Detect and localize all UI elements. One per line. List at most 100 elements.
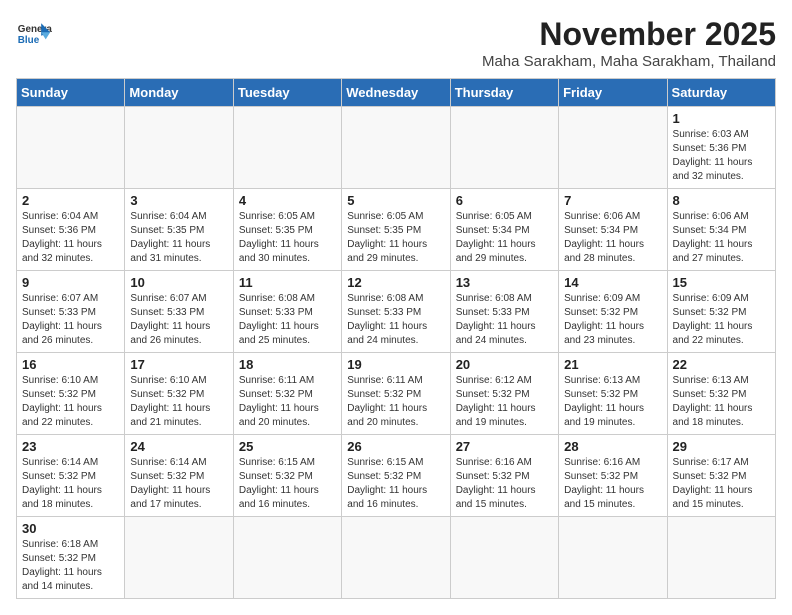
day-number: 28: [564, 439, 661, 454]
day-info: Sunrise: 6:09 AMSunset: 5:32 PMDaylight:…: [564, 292, 661, 348]
calendar-day-cell: 8Sunrise: 6:06 AMSunset: 5:34 PMDaylight…: [667, 189, 775, 271]
day-info: Sunrise: 6:13 AMSunset: 5:32 PMDaylight:…: [673, 374, 770, 430]
day-info: Sunrise: 6:11 AMSunset: 5:32 PMDaylight:…: [347, 374, 444, 430]
calendar-day-cell: 21 Sunrise: 6:13 AMSunset: 5:32 PMDayligh…: [559, 353, 667, 435]
day-number: 6: [456, 193, 553, 208]
svg-text:Blue: Blue: [18, 35, 40, 46]
day-info: Sunrise: 6:08 AMSunset: 5:33 PMDaylight:…: [239, 292, 336, 348]
calendar-day-cell: 12 Sunrise: 6:08 AMSunset: 5:33 PMDayligh…: [342, 271, 450, 353]
calendar-day-cell: 27 Sunrise: 6:16 AMSunset: 5:32 PMDayligh…: [450, 435, 558, 517]
day-number: 13: [456, 275, 553, 290]
day-info: Sunrise: 6:13 AMSunset: 5:32 PMDaylight:…: [564, 374, 661, 430]
day-number: 12: [347, 275, 444, 290]
day-number: 27: [456, 439, 553, 454]
column-header-monday: Monday: [125, 79, 233, 107]
day-number: 22: [673, 357, 770, 372]
day-info: Sunrise: 6:10 AMSunset: 5:32 PMDaylight:…: [130, 374, 227, 430]
calendar-day-cell: [450, 517, 558, 599]
calendar-day-cell: 9 Sunrise: 6:07 AMSunset: 5:33 PMDaylight…: [17, 271, 125, 353]
calendar-day-cell: 19 Sunrise: 6:11 AMSunset: 5:32 PMDayligh…: [342, 353, 450, 435]
day-info: Sunrise: 6:05 AMSunset: 5:35 PMDaylight:…: [239, 210, 336, 266]
day-number: 5: [347, 193, 444, 208]
column-header-sunday: Sunday: [17, 79, 125, 107]
day-info: Sunrise: 6:09 AMSunset: 5:32 PMDaylight:…: [673, 292, 770, 348]
day-number: 4: [239, 193, 336, 208]
calendar-day-cell: 13 Sunrise: 6:08 AMSunset: 5:33 PMDayligh…: [450, 271, 558, 353]
calendar-day-cell: [559, 107, 667, 189]
day-info: Sunrise: 6:05 AMSunset: 5:35 PMDaylight:…: [347, 210, 444, 266]
calendar-day-cell: 4 Sunrise: 6:05 AMSunset: 5:35 PMDaylight…: [233, 189, 341, 271]
day-info: Sunrise: 6:07 AMSunset: 5:33 PMDaylight:…: [22, 292, 119, 348]
calendar-week-row: 23 Sunrise: 6:14 AMSunset: 5:32 PMDayligh…: [17, 435, 776, 517]
calendar-day-cell: [125, 517, 233, 599]
day-info: Sunrise: 6:07 AMSunset: 5:33 PMDaylight:…: [130, 292, 227, 348]
day-number: 17: [130, 357, 227, 372]
calendar-day-cell: 16Sunrise: 6:10 AMSunset: 5:32 PMDayligh…: [17, 353, 125, 435]
column-header-tuesday: Tuesday: [233, 79, 341, 107]
calendar-day-cell: [450, 107, 558, 189]
day-number: 10: [130, 275, 227, 290]
calendar-day-cell: [125, 107, 233, 189]
day-info: Sunrise: 6:03 AMSunset: 5:36 PMDaylight:…: [673, 128, 770, 184]
day-info: Sunrise: 6:06 AMSunset: 5:34 PMDaylight:…: [673, 210, 770, 266]
calendar-day-cell: [667, 517, 775, 599]
day-number: 15: [673, 275, 770, 290]
day-number: 30: [22, 521, 119, 536]
calendar-day-cell: [233, 107, 341, 189]
day-number: 3: [130, 193, 227, 208]
calendar-day-cell: 25Sunrise: 6:15 AMSunset: 5:32 PMDayligh…: [233, 435, 341, 517]
day-info: Sunrise: 6:16 AMSunset: 5:32 PMDaylight:…: [456, 456, 553, 512]
month-title: November 2025: [482, 16, 776, 53]
day-number: 20: [456, 357, 553, 372]
location-title: Maha Sarakham, Maha Sarakham, Thailand: [482, 53, 776, 70]
day-number: 18: [239, 357, 336, 372]
calendar-week-row: 16 Sunrise: 6:10 AMSunset: 5:32 PMDayligh…: [17, 353, 776, 435]
calendar-day-cell: 3Sunrise: 6:04 AMSunset: 5:35 PMDaylight…: [125, 189, 233, 271]
calendar-day-cell: 22 Sunrise: 6:13 AMSunset: 5:32 PMDayligh…: [667, 353, 775, 435]
day-info: Sunrise: 6:05 AMSunset: 5:34 PMDaylight:…: [456, 210, 553, 266]
calendar-day-cell: 29Sunrise: 6:17 AMSunset: 5:32 PMDayligh…: [667, 435, 775, 517]
day-number: 1: [673, 111, 770, 126]
day-info: Sunrise: 6:15 AMSunset: 5:32 PMDaylight:…: [239, 456, 336, 512]
day-number: 19: [347, 357, 444, 372]
calendar-day-cell: 17 Sunrise: 6:10 AMSunset: 5:32 PMDayligh…: [125, 353, 233, 435]
day-number: 2: [22, 193, 119, 208]
calendar-header-row: SundayMondayTuesdayWednesdayThursdayFrid…: [17, 79, 776, 107]
calendar-day-cell: [342, 517, 450, 599]
calendar-day-cell: 6 Sunrise: 6:05 AMSunset: 5:34 PMDaylight…: [450, 189, 558, 271]
day-number: 23: [22, 439, 119, 454]
calendar-day-cell: 10 Sunrise: 6:07 AMSunset: 5:33 PMDayligh…: [125, 271, 233, 353]
day-info: Sunrise: 6:14 AMSunset: 5:32 PMDaylight:…: [130, 456, 227, 512]
calendar-day-cell: 24 Sunrise: 6:14 AMSunset: 5:32 PMDayligh…: [125, 435, 233, 517]
calendar-day-cell: 7Sunrise: 6:06 AMSunset: 5:34 PMDaylight…: [559, 189, 667, 271]
day-number: 9: [22, 275, 119, 290]
calendar-day-cell: [559, 517, 667, 599]
calendar-week-row: 2Sunrise: 6:04 AMSunset: 5:36 PMDaylight…: [17, 189, 776, 271]
calendar-day-cell: 26Sunrise: 6:15 AMSunset: 5:32 PMDayligh…: [342, 435, 450, 517]
calendar-day-cell: 18 Sunrise: 6:11 AMSunset: 5:32 PMDayligh…: [233, 353, 341, 435]
calendar-day-cell: 14 Sunrise: 6:09 AMSunset: 5:32 PMDayligh…: [559, 271, 667, 353]
calendar-day-cell: [342, 107, 450, 189]
day-info: Sunrise: 6:08 AMSunset: 5:33 PMDaylight:…: [347, 292, 444, 348]
day-number: 14: [564, 275, 661, 290]
calendar-day-cell: [17, 107, 125, 189]
column-header-saturday: Saturday: [667, 79, 775, 107]
day-info: Sunrise: 6:15 AMSunset: 5:32 PMDaylight:…: [347, 456, 444, 512]
day-number: 24: [130, 439, 227, 454]
column-header-friday: Friday: [559, 79, 667, 107]
day-number: 21: [564, 357, 661, 372]
day-info: Sunrise: 6:11 AMSunset: 5:32 PMDaylight:…: [239, 374, 336, 430]
title-area: November 2025 Maha Sarakham, Maha Sarakh…: [482, 16, 776, 70]
calendar-table: SundayMondayTuesdayWednesdayThursdayFrid…: [16, 78, 776, 599]
calendar-day-cell: 28Sunrise: 6:16 AMSunset: 5:32 PMDayligh…: [559, 435, 667, 517]
day-number: 11: [239, 275, 336, 290]
day-info: Sunrise: 6:08 AMSunset: 5:33 PMDaylight:…: [456, 292, 553, 348]
calendar-week-row: 30Sunrise: 6:18 AMSunset: 5:32 PMDayligh…: [17, 517, 776, 599]
calendar-day-cell: 15 Sunrise: 6:09 AMSunset: 5:32 PMDayligh…: [667, 271, 775, 353]
calendar-day-cell: 5 Sunrise: 6:05 AMSunset: 5:35 PMDaylight…: [342, 189, 450, 271]
calendar-day-cell: 2Sunrise: 6:04 AMSunset: 5:36 PMDaylight…: [17, 189, 125, 271]
day-number: 16: [22, 357, 119, 372]
column-header-wednesday: Wednesday: [342, 79, 450, 107]
calendar-week-row: 1 Sunrise: 6:03 AMSunset: 5:36 PMDaylight…: [17, 107, 776, 189]
calendar-day-cell: 1 Sunrise: 6:03 AMSunset: 5:36 PMDaylight…: [667, 107, 775, 189]
